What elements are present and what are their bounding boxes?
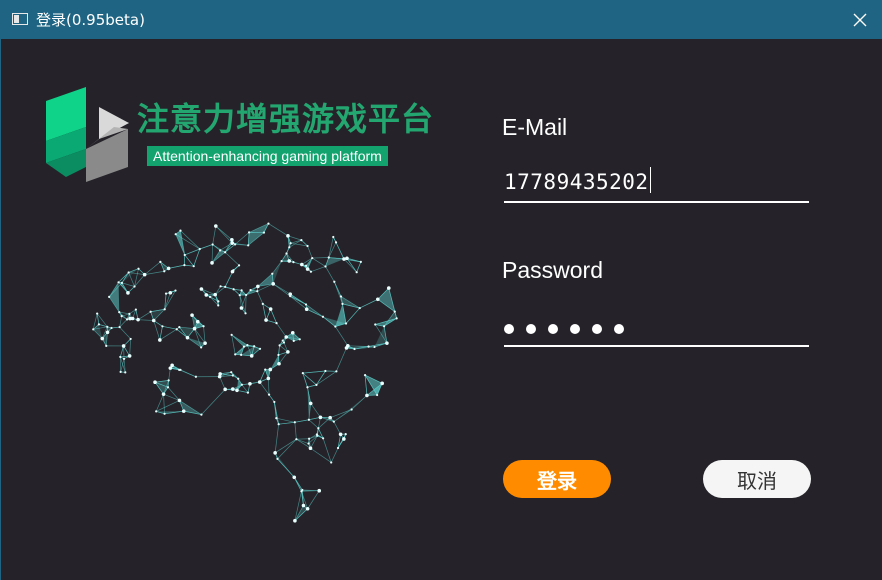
password-dot bbox=[570, 324, 580, 334]
email-value: 17789435202 bbox=[504, 165, 649, 196]
password-dot bbox=[614, 324, 624, 334]
title-bar: 登录(0.95beta) bbox=[1, 1, 882, 39]
password-dot bbox=[526, 324, 536, 334]
password-mask bbox=[504, 321, 636, 339]
app-window-icon bbox=[12, 13, 28, 25]
text-caret bbox=[650, 167, 651, 193]
platform-logo-icon bbox=[44, 87, 134, 182]
brain-network-icon bbox=[86, 211, 416, 536]
email-field[interactable]: 17789435202 bbox=[504, 165, 809, 203]
password-dot bbox=[592, 324, 602, 334]
password-dot bbox=[548, 324, 558, 334]
cancel-button[interactable]: 取消 bbox=[703, 460, 811, 498]
login-window: 登录(0.95beta) 注意力增强游戏平台 Attention-enhanci… bbox=[0, 0, 882, 579]
login-button[interactable]: 登录 bbox=[503, 460, 611, 498]
password-field[interactable] bbox=[504, 309, 809, 347]
brand-name-cn: 注意力增强游戏平台 bbox=[137, 99, 434, 139]
email-label: E-Mail bbox=[502, 113, 567, 141]
close-button[interactable] bbox=[837, 1, 882, 39]
password-label: Password bbox=[502, 256, 603, 284]
close-icon bbox=[853, 13, 867, 27]
brand-tagline: Attention-enhancing gaming platform bbox=[147, 146, 388, 166]
content-area: 注意力增强游戏平台 Attention-enhancing gaming pla… bbox=[1, 39, 882, 580]
password-dot bbox=[504, 324, 514, 334]
window-title: 登录(0.95beta) bbox=[36, 11, 145, 29]
